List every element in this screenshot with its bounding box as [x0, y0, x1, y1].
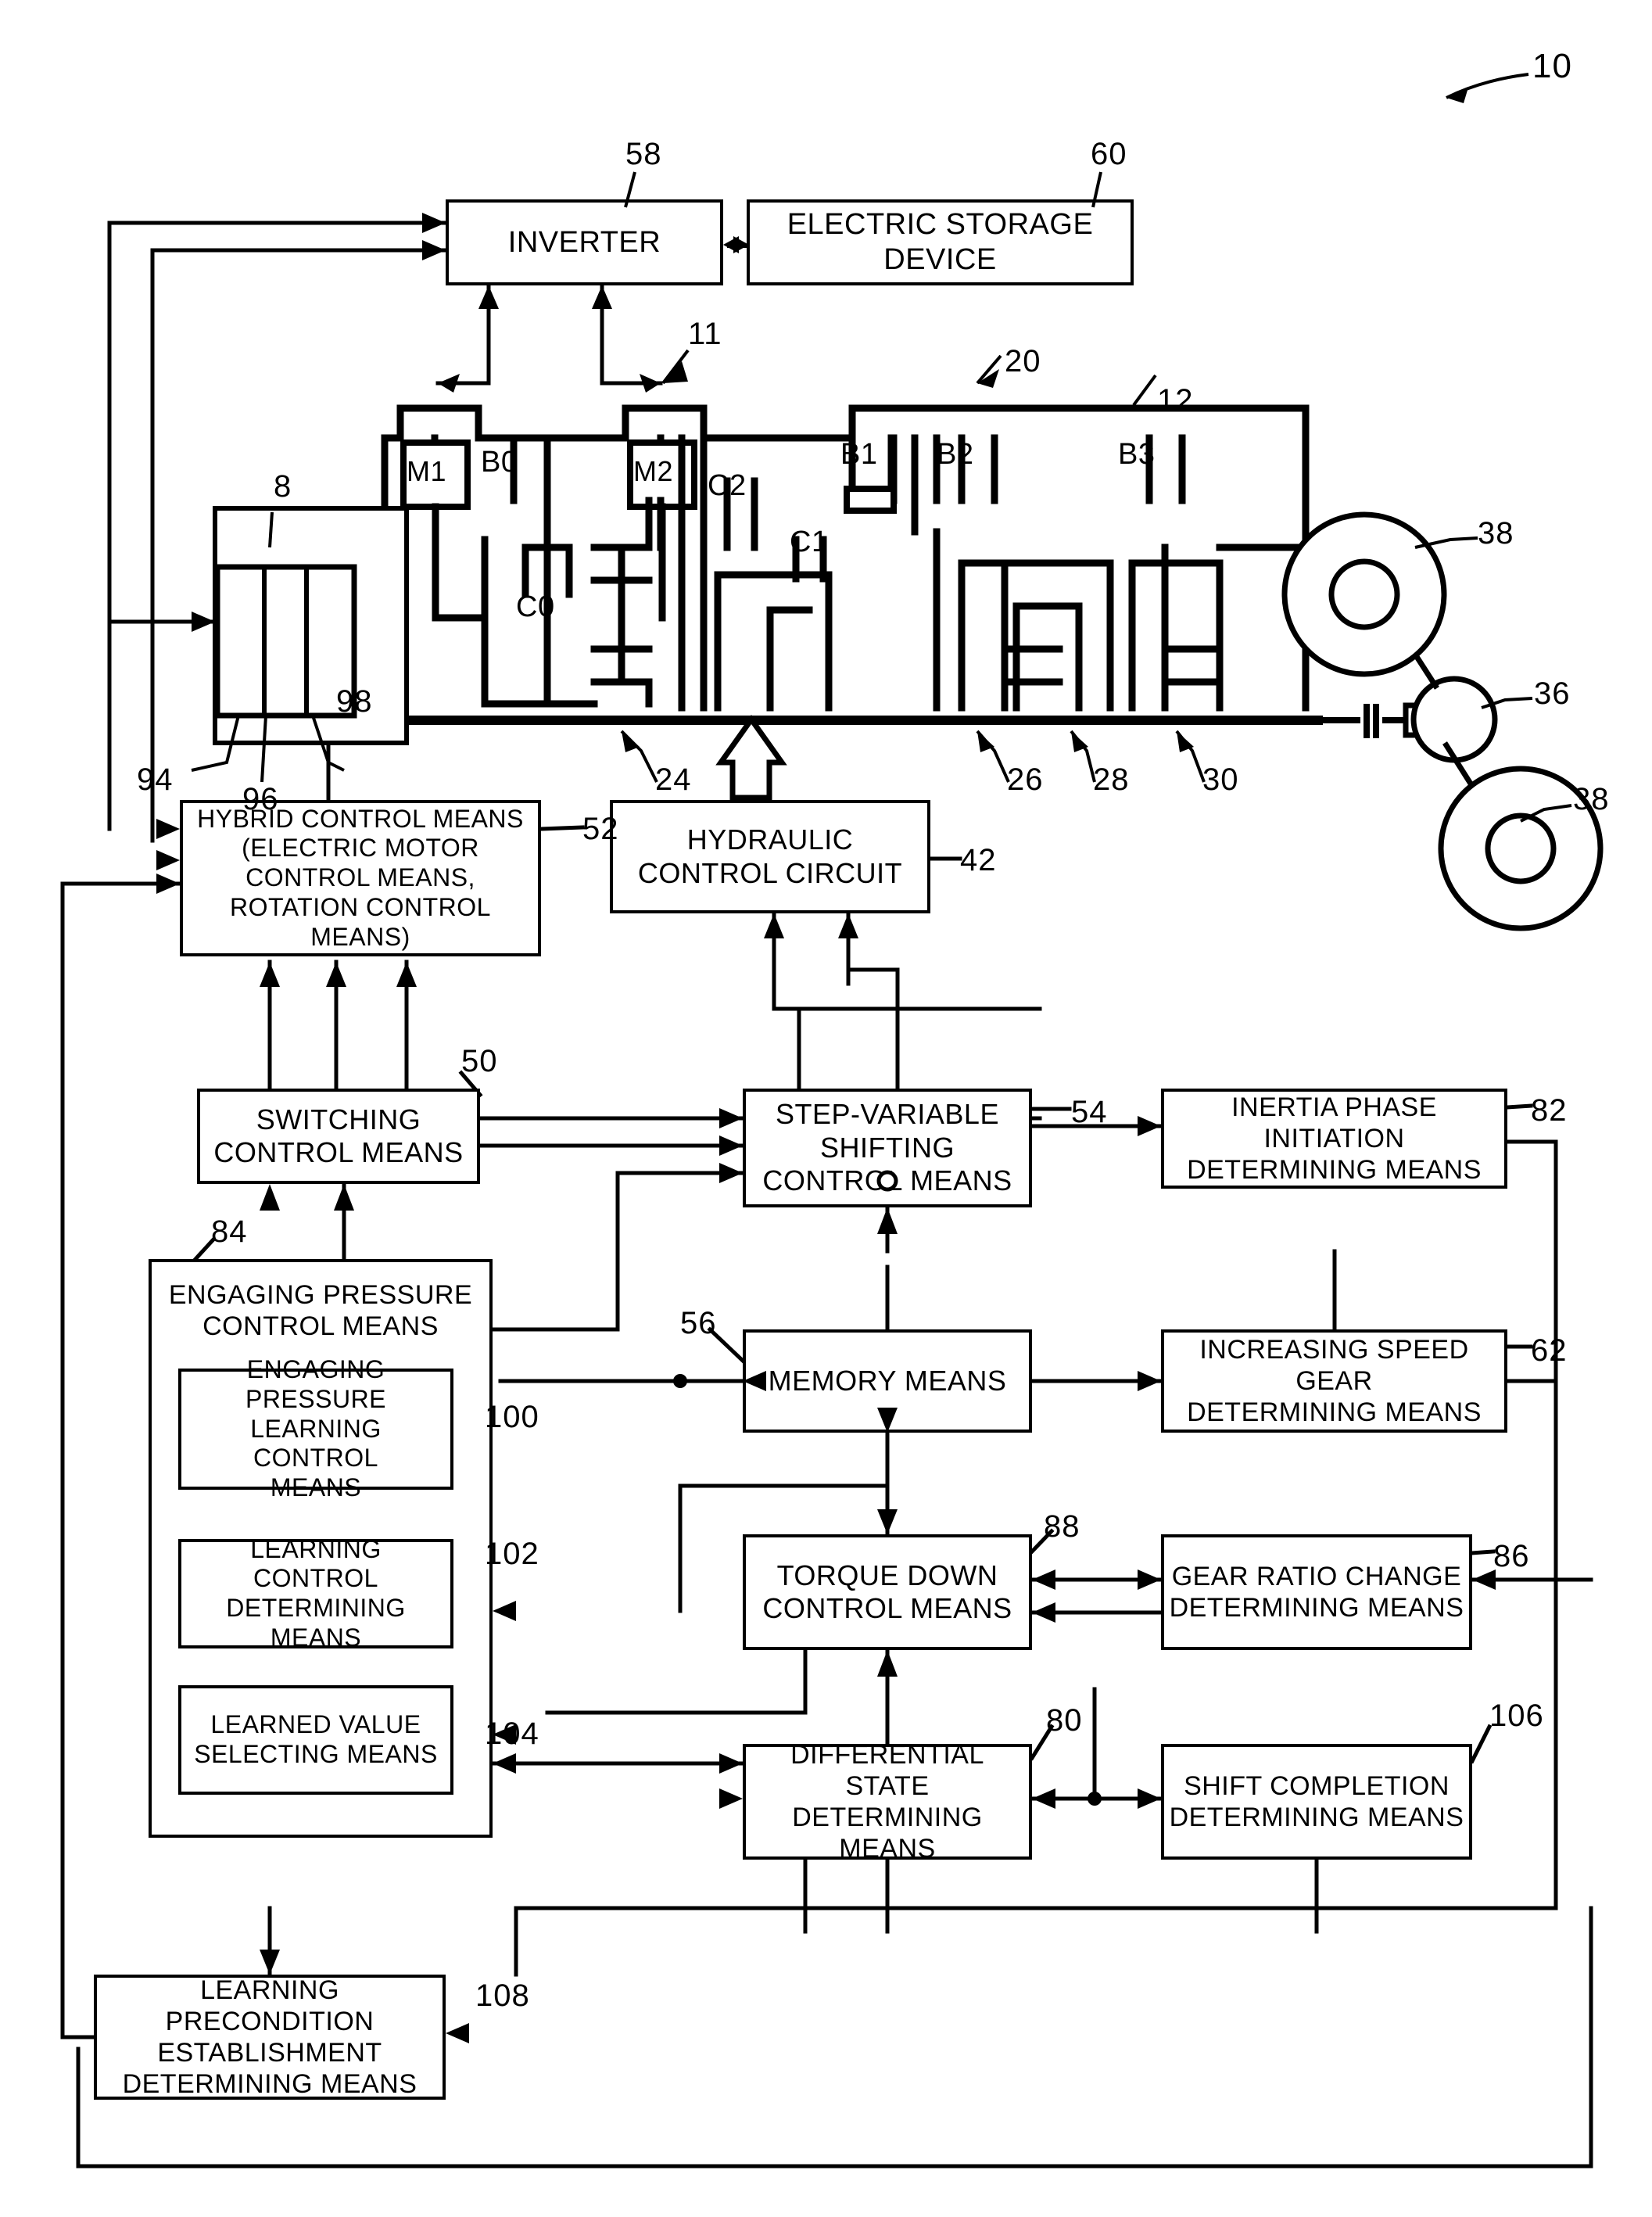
- ref-50: 50: [461, 1044, 498, 1078]
- ref-94: 94: [137, 762, 174, 797]
- brake-b1-label: B1: [840, 438, 878, 471]
- learned-value-selecting-means-label: LEARNED VALUE SELECTING MEANS: [194, 1710, 438, 1768]
- brake-b3-label: B3: [1118, 438, 1156, 471]
- engaging-pressure-learning-control-means-label: ENGAGING PRESSURE LEARNING CONTROL MEANS: [245, 1355, 387, 1502]
- learned-value-selecting-means-block[interactable]: LEARNED VALUE SELECTING MEANS: [178, 1685, 453, 1795]
- memory-means-label: MEMORY MEANS: [768, 1364, 1007, 1397]
- engaging-pressure-learning-control-means-block[interactable]: ENGAGING PRESSURE LEARNING CONTROL MEANS: [178, 1355, 453, 1501]
- ref-52: 52: [582, 812, 619, 846]
- ref-42: 42: [960, 843, 997, 877]
- learning-control-determining-means-block[interactable]: LEARNING CONTROL DETERMINING MEANS: [178, 1535, 453, 1652]
- ref-11: 11: [688, 317, 722, 351]
- ref-82: 82: [1531, 1093, 1568, 1128]
- ref-108: 108: [475, 1978, 530, 2013]
- increasing-speed-gear-determining-means-block[interactable]: INCREASING SPEED GEAR DETERMINING MEANS: [1161, 1329, 1507, 1433]
- hybrid-control-means-block[interactable]: HYBRID CONTROL MEANS (ELECTRIC MOTOR CON…: [180, 800, 541, 956]
- ref-36: 36: [1534, 676, 1571, 711]
- step-variable-shifting-control-means-label: STEP-VARIABLE SHIFTING CONTROL MEANS: [762, 1098, 1012, 1197]
- clutch-c0-label: C0: [516, 590, 555, 623]
- electric-storage-device-label: ELECTRIC STORAGE DEVICE: [787, 208, 1094, 276]
- brake-b2-label: B2: [937, 438, 974, 471]
- ref-98: 98: [336, 684, 373, 719]
- shift-completion-determining-means-label: SHIFT COMPLETION DETERMINING MEANS: [1169, 1770, 1464, 1832]
- switching-control-means-block[interactable]: SWITCHING CONTROL MEANS: [197, 1089, 480, 1184]
- ref-100: 100: [485, 1400, 539, 1434]
- ref-62: 62: [1531, 1333, 1568, 1368]
- ref-20: 20: [1005, 344, 1041, 378]
- ref-96: 96: [242, 782, 279, 816]
- gear-ratio-change-determining-means-label: GEAR RATIO CHANGE DETERMINING MEANS: [1169, 1561, 1464, 1623]
- switching-control-means-label: SWITCHING CONTROL MEANS: [213, 1103, 464, 1168]
- ref-60: 60: [1091, 137, 1127, 171]
- ref-24: 24: [655, 762, 692, 797]
- ref-80: 80: [1046, 1703, 1083, 1738]
- ref-26: 26: [1007, 762, 1044, 797]
- hydraulic-control-circuit-label: HYDRAULIC CONTROL CIRCUIT: [637, 823, 903, 889]
- patent-figure-sheet: 10 INVERTER 58 ELECTRIC STORAGE DEVICE 6…: [0, 0, 1652, 2217]
- ref-58: 58: [625, 137, 662, 171]
- ref-106: 106: [1489, 1699, 1544, 1733]
- hydraulic-control-circuit-block[interactable]: HYDRAULIC CONTROL CIRCUIT: [610, 800, 930, 913]
- ref-86: 86: [1493, 1539, 1530, 1573]
- ref-102: 102: [485, 1537, 539, 1571]
- clutch-c2-label: C2: [708, 469, 747, 502]
- ref-30: 30: [1202, 762, 1239, 797]
- differential-state-determining-means-label: DIFFERENTIAL STATE DETERMINING MEANS: [790, 1739, 984, 1864]
- engaging-pressure-control-means-label: ENGAGING PRESSURE CONTROL MEANS: [168, 1280, 473, 1342]
- motor-m2-label: M2: [633, 455, 674, 487]
- clutch-c1-label: C1: [790, 526, 829, 558]
- learning-precondition-establishment-determining-means-label: LEARNING PRECONDITION ESTABLISHMENT DETE…: [122, 1975, 417, 2100]
- inverter-block[interactable]: INVERTER: [446, 199, 723, 285]
- ref-88: 88: [1044, 1509, 1080, 1544]
- memory-means-block[interactable]: MEMORY MEANS: [743, 1329, 1032, 1433]
- ref-84: 84: [211, 1214, 248, 1249]
- ref-28: 28: [1093, 762, 1130, 797]
- torque-down-control-means-label: TORQUE DOWN CONTROL MEANS: [762, 1559, 1012, 1624]
- ref-56: 56: [680, 1306, 717, 1340]
- motor-m1-label: M1: [407, 455, 447, 487]
- learning-control-determining-means-label: LEARNING CONTROL DETERMINING MEANS: [226, 1534, 406, 1652]
- learning-precondition-establishment-determining-means-block[interactable]: LEARNING PRECONDITION ESTABLISHMENT DETE…: [94, 1975, 446, 2100]
- electric-storage-device-block[interactable]: ELECTRIC STORAGE DEVICE: [747, 199, 1134, 285]
- inertia-phase-initiation-determining-means-label: INERTIA PHASE INITIATION DETERMINING MEA…: [1187, 1092, 1482, 1186]
- ref-104: 104: [485, 1717, 539, 1751]
- ref-12: 12: [1157, 383, 1194, 418]
- increasing-speed-gear-determining-means-label: INCREASING SPEED GEAR DETERMINING MEANS: [1187, 1334, 1482, 1428]
- hybrid-control-means-label: HYBRID CONTROL MEANS (ELECTRIC MOTOR CON…: [197, 804, 524, 951]
- figure-reference-10: 10: [1532, 47, 1572, 85]
- shift-completion-determining-means-block[interactable]: SHIFT COMPLETION DETERMINING MEANS: [1161, 1744, 1472, 1860]
- ref-38-bottom: 38: [1573, 782, 1610, 816]
- ref-8: 8: [274, 469, 292, 504]
- ref-54: 54: [1071, 1095, 1108, 1129]
- brake-b0-label: B0: [481, 446, 518, 479]
- torque-down-control-means-block[interactable]: TORQUE DOWN CONTROL MEANS: [743, 1534, 1032, 1650]
- gear-ratio-change-determining-means-block[interactable]: GEAR RATIO CHANGE DETERMINING MEANS: [1161, 1534, 1472, 1650]
- inertia-phase-initiation-determining-means-block[interactable]: INERTIA PHASE INITIATION DETERMINING MEA…: [1161, 1089, 1507, 1189]
- differential-state-determining-means-block[interactable]: DIFFERENTIAL STATE DETERMINING MEANS: [743, 1740, 1032, 1864]
- inverter-label: INVERTER: [507, 225, 661, 259]
- step-variable-shifting-control-means-block[interactable]: STEP-VARIABLE SHIFTING CONTROL MEANS: [743, 1089, 1032, 1207]
- ref-38-top: 38: [1478, 516, 1514, 551]
